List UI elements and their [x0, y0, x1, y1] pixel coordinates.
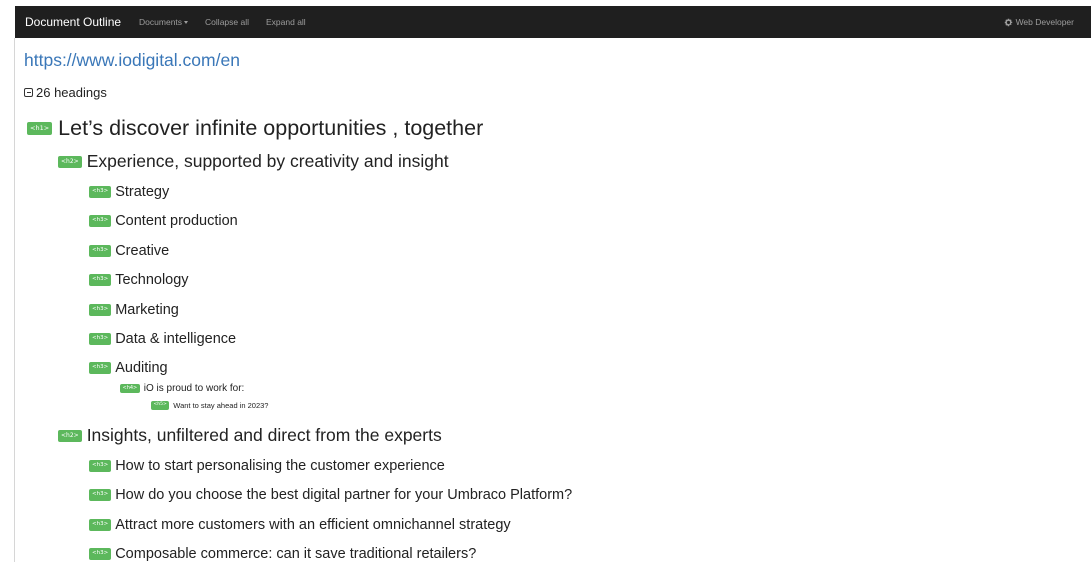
documents-dropdown[interactable]: Documents: [139, 17, 189, 27]
web-developer-label: Web Developer: [1015, 17, 1074, 27]
caret-down-icon: [184, 21, 189, 24]
document-outline-window: Document Outline Documents Collapse all …: [0, 0, 1091, 562]
left-divider: [14, 38, 15, 562]
heading-text: Auditing: [115, 360, 168, 376]
heading-text: Attract more customers with an efficient…: [115, 517, 511, 533]
heading-text: Want to stay ahead in 2023?: [173, 401, 269, 410]
heading-row[interactable]: <h4> iO is proud to work for:: [120, 383, 244, 394]
heading-level-tag: <h3>: [89, 362, 112, 374]
collapse-toggle-icon[interactable]: [24, 88, 33, 97]
documents-dropdown-label: Documents: [139, 17, 183, 27]
heading-level-tag: <h3>: [89, 186, 112, 198]
heading-level-tag: <h2>: [58, 429, 82, 442]
heading-count-label: 26 headings: [36, 85, 107, 100]
heading-level-tag: <h4>: [120, 384, 140, 393]
gear-icon: [1004, 18, 1012, 26]
heading-row[interactable]: <h3> Creative: [89, 243, 169, 259]
heading-level-tag: <h3>: [89, 489, 112, 501]
heading-text: Content production: [115, 213, 238, 229]
heading-text: Marketing: [115, 302, 179, 318]
heading-text: Creative: [115, 243, 170, 259]
heading-row[interactable]: <h1> Let’s discover infinite opportuniti…: [27, 116, 483, 141]
heading-level-tag: <h5>: [151, 401, 170, 410]
heading-row[interactable]: <h3> Strategy: [89, 184, 169, 200]
document-url-link[interactable]: https://www.iodigital.com/en: [24, 50, 240, 71]
heading-level-tag: <h3>: [89, 333, 112, 345]
heading-row[interactable]: <h3> Auditing: [89, 360, 168, 376]
heading-level-tag: <h3>: [89, 215, 112, 227]
collapse-all-button[interactable]: Collapse all: [205, 17, 249, 27]
heading-text: Technology: [115, 272, 189, 288]
heading-level-tag: <h3>: [89, 274, 112, 286]
heading-level-tag: <h3>: [89, 460, 112, 472]
heading-text: Insights, unfiltered and direct from the…: [86, 425, 442, 445]
heading-row[interactable]: <h3> Content production: [89, 213, 238, 229]
heading-text: How do you choose the best digital partn…: [115, 487, 573, 503]
heading-level-tag: <h1>: [27, 122, 53, 135]
heading-text: Let’s discover infinite opportunities , …: [58, 116, 484, 140]
heading-level-tag: <h3>: [89, 245, 112, 257]
heading-row[interactable]: <h2> Experience, supported by creativity…: [58, 151, 449, 172]
top-navbar: Document Outline Documents Collapse all …: [15, 6, 1091, 38]
heading-text: iO is proud to work for:: [143, 383, 245, 394]
heading-level-tag: <h3>: [89, 548, 112, 560]
heading-text: How to start personalising the customer …: [115, 458, 445, 474]
heading-row[interactable]: <h3> Marketing: [89, 302, 179, 318]
heading-row[interactable]: <h3> How do you choose the best digital …: [89, 487, 572, 503]
heading-row[interactable]: <h5> Want to stay ahead in 2023?: [151, 401, 268, 410]
navbar-brand[interactable]: Document Outline: [25, 15, 121, 29]
heading-row[interactable]: <h3> Technology: [89, 272, 189, 288]
heading-row[interactable]: <h3> Composable commerce: can it save tr…: [89, 546, 476, 562]
heading-text: Data & intelligence: [115, 331, 237, 347]
heading-row[interactable]: <h3> How to start personalising the cust…: [89, 458, 445, 474]
heading-level-tag: <h3>: [89, 519, 112, 531]
heading-row[interactable]: <h3> Data & intelligence: [89, 331, 236, 347]
heading-row[interactable]: <h3> Attract more customers with an effi…: [89, 517, 511, 533]
heading-count-row: 26 headings: [24, 85, 107, 100]
heading-text: Experience, supported by creativity and …: [86, 151, 449, 171]
expand-all-button[interactable]: Expand all: [266, 17, 306, 27]
heading-row[interactable]: <h2> Insights, unfiltered and direct fro…: [58, 425, 442, 446]
heading-level-tag: <h2>: [58, 155, 82, 168]
heading-text: Composable commerce: can it save traditi…: [115, 546, 477, 562]
heading-level-tag: <h3>: [89, 304, 112, 316]
heading-text: Strategy: [115, 184, 170, 200]
left-margin: [0, 0, 15, 562]
web-developer-menu[interactable]: Web Developer: [1004, 6, 1074, 38]
